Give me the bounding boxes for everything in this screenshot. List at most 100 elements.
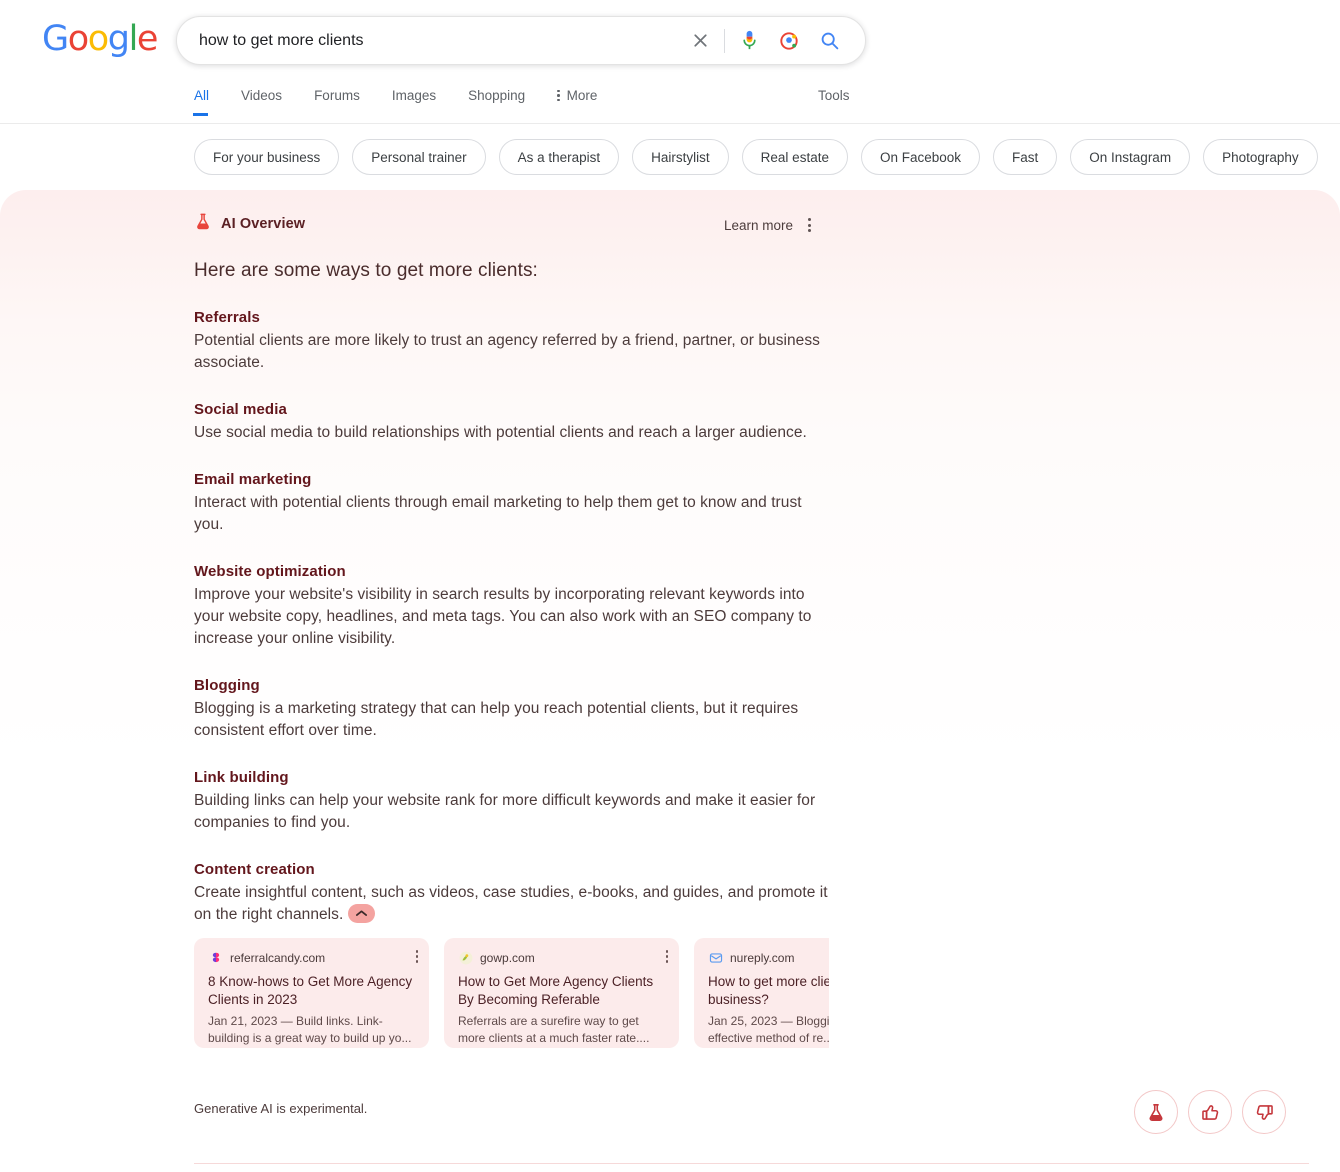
- ai-section-body: Create insightful content, such as video…: [194, 882, 834, 926]
- source-card[interactable]: referralcandy.com 8 Know-hows to Get Mor…: [194, 938, 429, 1048]
- referralcandy-pinwheel-icon: [208, 951, 223, 966]
- logo-letter-o2: o: [87, 19, 109, 59]
- ai-section-link-building: Link building Building links can help yo…: [194, 769, 834, 834]
- tools-button[interactable]: Tools: [818, 88, 850, 103]
- ai-overview-header-actions: Learn more: [724, 214, 813, 236]
- tab-images-label: Images: [391, 88, 437, 103]
- ai-overview-header: AI Overview Learn more: [194, 190, 1294, 248]
- tab-shopping-label: Shopping: [468, 88, 526, 103]
- chip-hairstylist[interactable]: Hairstylist: [632, 139, 729, 175]
- search-bar-actions: [680, 21, 865, 61]
- search-bar[interactable]: [176, 16, 866, 65]
- tab-more-label: More: [566, 88, 598, 103]
- ai-overview-lead: Here are some ways to get more clients:: [194, 260, 538, 281]
- thumbs-down-button[interactable]: [1242, 1090, 1286, 1134]
- logo-letter-l: l: [128, 19, 139, 59]
- tab-more[interactable]: More: [557, 82, 613, 116]
- tab-shopping[interactable]: Shopping: [468, 82, 541, 116]
- ai-section-website-optimization: Website optimization Improve your websit…: [194, 563, 834, 650]
- ai-section-heading: Website optimization: [194, 563, 346, 580]
- ai-overview-content: AI Overview Learn more Here are some way…: [194, 190, 1294, 926]
- lab-feedback-button[interactable]: [1134, 1090, 1178, 1134]
- ai-section-body: Use social media to build relationships …: [194, 424, 807, 441]
- source-card-domain: nureply.com: [730, 951, 795, 965]
- ai-overview-title: AI Overview: [194, 212, 305, 236]
- gowp-circle-icon: [458, 951, 473, 966]
- kebab-menu-icon: [557, 89, 560, 102]
- ai-disclaimer: Generative AI is experimental.: [194, 1101, 368, 1116]
- chip-personal-trainer[interactable]: Personal trainer: [352, 139, 486, 175]
- ai-section-heading: Link building: [194, 769, 289, 786]
- google-lens-icon[interactable]: [769, 21, 809, 61]
- search-nav-bar: All Videos Forums Images Shopping More T…: [0, 82, 1340, 124]
- flask-icon: [194, 212, 212, 236]
- ai-section-body: Building links can help your website ran…: [194, 792, 816, 831]
- ai-section-body: Blogging is a marketing strategy that ca…: [194, 700, 799, 739]
- ai-section-heading: Social media: [194, 401, 287, 418]
- google-search-results-page: Google how to get more clients All Video…: [0, 0, 1340, 1172]
- ai-section-body: Improve your website's visibility in sea…: [194, 586, 812, 647]
- logo-letter-e: e: [136, 19, 159, 59]
- ai-source-cards: referralcandy.com 8 Know-hows to Get Mor…: [194, 938, 829, 1048]
- ai-overview-footer: Generative AI is experimental.: [194, 1090, 1294, 1152]
- kebab-menu-icon[interactable]: [665, 950, 668, 963]
- ai-section-heading: Referrals: [194, 309, 260, 326]
- tab-forums[interactable]: Forums: [314, 82, 376, 116]
- logo-letter-g1: G: [42, 19, 69, 59]
- source-card[interactable]: gowp.com How to Get More Agency Clients …: [444, 938, 679, 1048]
- source-card-title: How to Get More Agency Clients By Becomi…: [458, 974, 654, 1007]
- search-input[interactable]: [197, 26, 680, 55]
- filter-chip-row: For your business Personal trainer As a …: [0, 124, 1340, 190]
- ai-section-body: Potential clients are more likely to tru…: [194, 332, 820, 371]
- tab-videos[interactable]: Videos: [241, 82, 298, 116]
- ai-section-body: Interact with potential clients through …: [194, 494, 802, 533]
- chip-photography[interactable]: Photography: [1203, 139, 1318, 175]
- ai-section-referrals: Referrals Potential clients are more lik…: [194, 309, 834, 374]
- tab-forums-label: Forums: [314, 88, 360, 103]
- tab-images[interactable]: Images: [392, 82, 452, 116]
- nureply-envelope-icon: [708, 951, 723, 966]
- search-divider: [724, 28, 725, 53]
- ai-feedback-buttons: [1134, 1090, 1286, 1134]
- microphone-icon[interactable]: [729, 21, 769, 61]
- kebab-menu-icon[interactable]: [415, 950, 418, 963]
- chevron-up-icon[interactable]: [348, 904, 376, 924]
- ai-section-body-text: Create insightful content, such as video…: [194, 884, 828, 923]
- chip-fast[interactable]: Fast: [993, 139, 1058, 175]
- source-card-header: nureply.com: [708, 950, 829, 966]
- kebab-menu-icon[interactable]: [806, 214, 813, 236]
- tab-videos-label: Videos: [241, 88, 283, 103]
- ai-overview-panel: AI Overview Learn more Here are some way…: [0, 190, 1340, 1150]
- chip-on-instagram[interactable]: On Instagram: [1070, 139, 1191, 175]
- logo-letter-g2: g: [107, 19, 130, 59]
- logo-letter-o1: o: [67, 19, 89, 59]
- source-card-domain: gowp.com: [480, 951, 535, 965]
- page-header: Google: [0, 0, 1340, 82]
- thumbs-up-button[interactable]: [1188, 1090, 1232, 1134]
- source-card-snippet: Jan 21, 2023 — Build links. Link-buildin…: [208, 1014, 412, 1045]
- source-card-header: referralcandy.com: [208, 950, 415, 966]
- ai-section-content-creation: Content creation Create insightful conte…: [194, 861, 834, 926]
- ai-section-email-marketing: Email marketing Interact with potential …: [194, 471, 834, 536]
- source-card[interactable]: nureply.com How to get more clients for …: [694, 938, 829, 1048]
- ai-section-blogging: Blogging Blogging is a marketing strateg…: [194, 677, 834, 742]
- source-card-header: gowp.com: [458, 950, 665, 966]
- chip-for-your-business[interactable]: For your business: [194, 139, 340, 175]
- ai-section-social-media: Social media Use social media to build r…: [194, 401, 834, 444]
- google-logo[interactable]: Google: [42, 19, 159, 59]
- bottom-divider: [194, 1163, 1309, 1164]
- source-card-title: How to get more clients for your busines…: [708, 974, 829, 1007]
- ai-overview-label: AI Overview: [221, 216, 306, 232]
- learn-more-link[interactable]: Learn more: [724, 218, 793, 233]
- source-card-domain: referralcandy.com: [230, 951, 326, 965]
- chip-as-a-therapist[interactable]: As a therapist: [498, 139, 620, 175]
- search-icon[interactable]: [809, 21, 849, 61]
- clear-icon[interactable]: [680, 21, 720, 61]
- source-card-snippet: Referrals are a surefire way to get more…: [458, 1014, 650, 1045]
- ai-section-heading: Blogging: [194, 677, 260, 694]
- chip-on-facebook[interactable]: On Facebook: [860, 139, 981, 175]
- tab-all[interactable]: All: [192, 82, 225, 116]
- tab-all-label: All: [194, 88, 210, 103]
- search-tabs: All Videos Forums Images Shopping More: [192, 82, 629, 116]
- chip-real-estate[interactable]: Real estate: [741, 139, 848, 175]
